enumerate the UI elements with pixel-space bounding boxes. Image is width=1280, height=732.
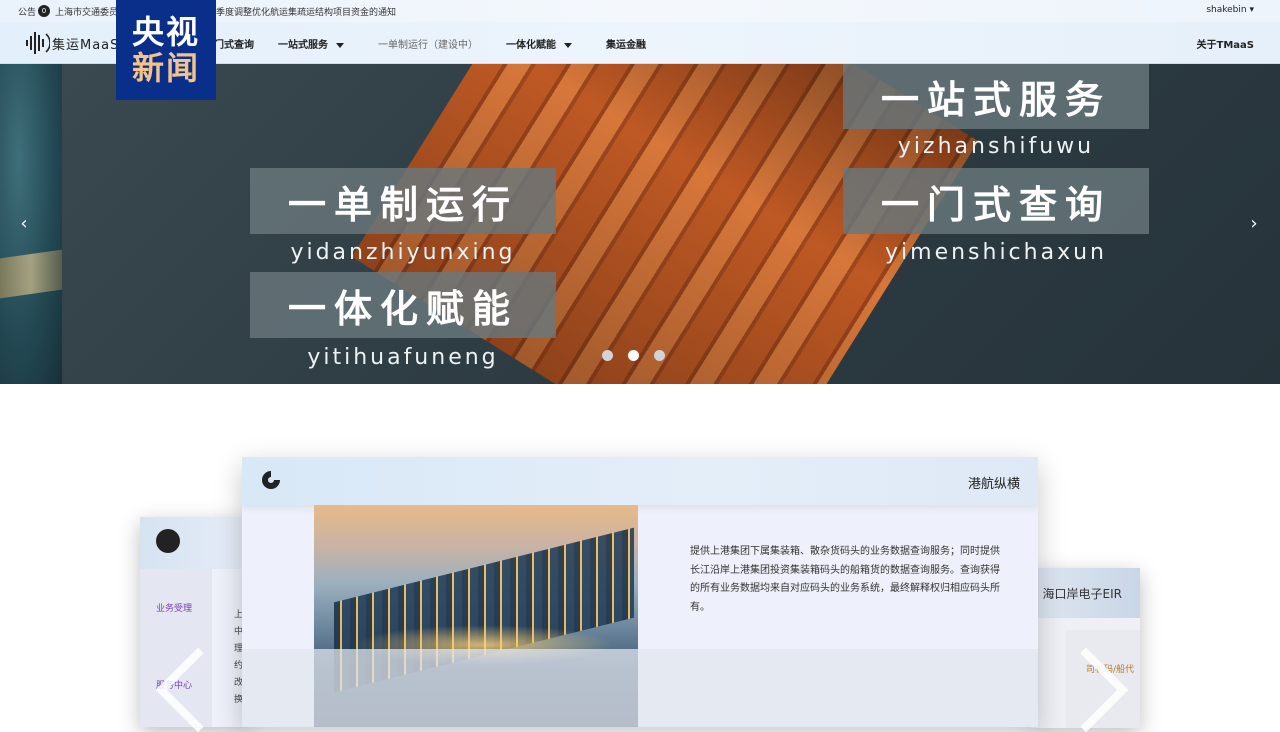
carousel-prev-icon[interactable]: ‹: [14, 214, 34, 234]
nav-label: 一单制运行（建设中）: [378, 40, 478, 51]
card-header: 海口岸电子EIR: [1030, 568, 1140, 618]
carousel-next-icon[interactable]: ›: [1244, 214, 1264, 234]
card-description: 提供上港集团下属集装箱、散杂货码头的业务数据查询服务；同时提供长江沿岸上港集团投…: [690, 546, 1000, 613]
sound-wave-logo-icon: [26, 32, 50, 54]
watermark-line2: 新闻: [131, 49, 200, 87]
slogan-tile-one-door: 一门式查询: [843, 168, 1149, 234]
nav-item-about[interactable]: 关于TMaaS: [1197, 36, 1254, 51]
caret-down-icon: [564, 42, 572, 48]
caret-down-icon: [336, 42, 344, 48]
slogan-text: 一站式服务: [880, 78, 1111, 122]
carousel-dot-2[interactable]: [628, 350, 639, 361]
carousel-indicators: [602, 350, 665, 361]
slogan-tile-one-stop: 一站式服务: [843, 64, 1149, 129]
slogan-text: 一门式查询: [880, 182, 1111, 227]
slogan-pinyin: yimenshichaxun: [885, 240, 1107, 265]
nav-label: 一站式服务: [278, 40, 328, 51]
watermark-line1: 央视: [131, 13, 200, 51]
cctv-news-watermark: 央视 新闻: [116, 0, 216, 100]
user-name: shakebin: [1206, 5, 1247, 15]
logo[interactable]: 集运MaaS: [24, 28, 119, 58]
chevron-down-icon: ▾: [1249, 5, 1254, 15]
announcement-notice-link-continued[interactable]: 季度调整优化航运集疏运结构项目资金的通知: [216, 5, 396, 18]
slogan-pinyin: yidanzhiyunxing: [290, 240, 516, 265]
carousel-dot-3[interactable]: [654, 350, 665, 361]
side-menu-item[interactable]: 业务受理: [140, 601, 212, 614]
nav-label: 集运金融: [606, 40, 646, 51]
slogan-pinyin: yitihuafuneng: [307, 345, 499, 370]
service-logo-icon: [156, 529, 180, 553]
brand-name: 集运MaaS: [52, 37, 120, 53]
nav-item-finance[interactable]: 集运金融: [606, 36, 646, 51]
announcement-notice-link[interactable]: 上海市交通委员: [55, 5, 118, 18]
card-title: 港航纵横: [967, 477, 1020, 492]
nav-label: 门式查询: [214, 40, 254, 51]
nav-label: 一体化赋能: [506, 40, 556, 51]
card-header: [140, 517, 252, 569]
slogan-pinyin: yizhanshifuwu: [897, 134, 1095, 159]
announcement-label: 公告: [18, 7, 37, 18]
port-logo-icon: [262, 471, 280, 489]
hero-carousel: 一站式服务 yizhanshifuwu 一单制运行 yidanzhiyunxin…: [0, 64, 1280, 384]
slogan-text: 一体化赋能: [287, 286, 518, 331]
slogan-tile-single-order: 一单制运行: [250, 168, 556, 234]
slogan-text: 一单制运行: [287, 182, 518, 227]
service-card-main[interactable]: 港航纵横 提供上港集团下属集装箱、散杂货码头的业务数据查询服务；同时提供长江沿岸…: [242, 457, 1038, 727]
card-title: 海口岸电子EIR: [1042, 587, 1122, 601]
nav-item-query[interactable]: 门式查询: [214, 36, 254, 51]
slogan-tile-integration: 一体化赋能: [250, 272, 556, 338]
carousel-dot-1[interactable]: [602, 350, 613, 361]
nav-label: 关于TMaaS: [1196, 40, 1254, 51]
card-header: 港航纵横: [242, 457, 1038, 505]
announcement-count-badge: 0: [38, 5, 51, 17]
user-menu[interactable]: shakebin ▾: [1206, 5, 1254, 15]
nav-item-one-stop-service[interactable]: 一站式服务: [278, 36, 344, 51]
card-overlay: [242, 649, 1038, 727]
nav-item-integration[interactable]: 一体化赋能: [506, 36, 572, 51]
nav-item-single-order[interactable]: 一单制运行（建设中）: [378, 36, 478, 51]
